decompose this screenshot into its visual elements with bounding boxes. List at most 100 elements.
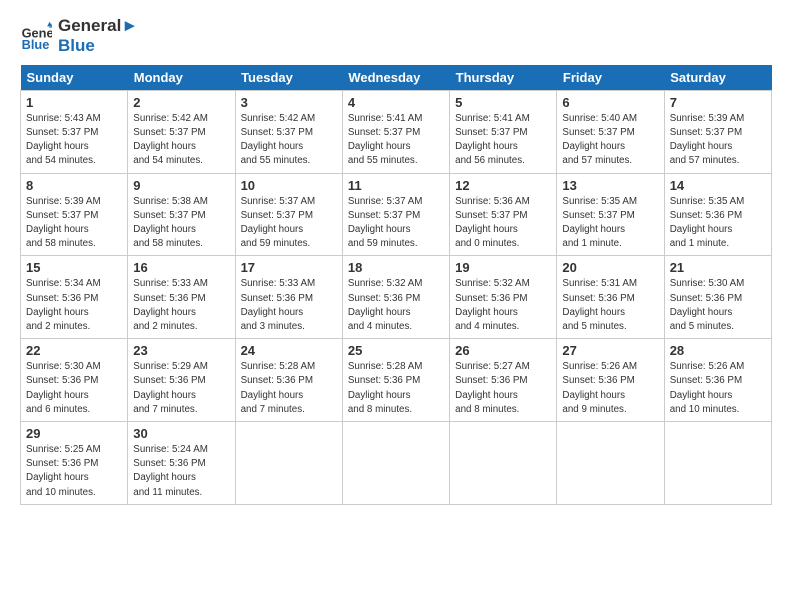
week-row-4: 22Sunrise: 5:30 AMSunset: 5:36 PMDayligh… — [21, 339, 772, 422]
day-header-friday: Friday — [557, 65, 664, 91]
day-cell-14: 14 Sunrise: 5:35 AMSunset: 5:36 PMDayligh… — [664, 173, 771, 256]
day-info: Sunrise: 5:32 AMSunset: 5:36 PMDaylight … — [348, 277, 444, 334]
empty-cell — [450, 422, 557, 505]
day-number: 12 — [455, 178, 551, 193]
day-cell-6: 6Sunrise: 5:40 AMSunset: 5:37 PMDaylight… — [557, 90, 664, 173]
day-number: 8 — [26, 178, 122, 193]
day-info: Sunrise: 5:27 AMSunset: 5:36 PMDaylight … — [455, 360, 551, 417]
day-info: Sunrise: 5:35 AMSunset: 5:37 PMDaylight … — [562, 195, 658, 252]
day-number: 16 — [133, 260, 229, 275]
day-number: 7 — [670, 95, 766, 110]
day-number: 29 — [26, 426, 122, 441]
day-cell-7: 7 Sunrise: 5:39 AMSunset: 5:37 PMDaylight… — [664, 90, 771, 173]
day-cell-21: 21 Sunrise: 5:30 AMSunset: 5:36 PMDayligh… — [664, 256, 771, 339]
day-header-monday: Monday — [128, 65, 235, 91]
empty-cell — [557, 422, 664, 505]
day-info: Sunrise: 5:36 AMSunset: 5:37 PMDaylight … — [455, 195, 551, 252]
week-row-1: 1Sunrise: 5:43 AMSunset: 5:37 PMDaylight… — [21, 90, 772, 173]
day-number: 23 — [133, 343, 229, 358]
day-cell-2: 2Sunrise: 5:42 AMSunset: 5:37 PMDaylight… — [128, 90, 235, 173]
day-header-thursday: Thursday — [450, 65, 557, 91]
day-info: Sunrise: 5:42 AMSunset: 5:37 PMDaylight … — [241, 112, 337, 169]
week-row-5: 29 Sunrise: 5:25 AMSunset: 5:36 PMDayligh… — [21, 422, 772, 505]
day-number: 13 — [562, 178, 658, 193]
day-number: 25 — [348, 343, 444, 358]
day-cell-24: 24 Sunrise: 5:28 AMSunset: 5:36 PMDayligh… — [235, 339, 342, 422]
day-info: Sunrise: 5:29 AMSunset: 5:36 PMDaylight … — [133, 360, 229, 417]
day-cell-1: 1Sunrise: 5:43 AMSunset: 5:37 PMDaylight… — [21, 90, 128, 173]
header: General Blue General► Blue — [20, 16, 772, 57]
day-info: Sunrise: 5:34 AMSunset: 5:36 PMDaylight … — [26, 277, 122, 334]
logo-icon: General Blue — [20, 20, 52, 52]
day-number: 20 — [562, 260, 658, 275]
day-cell-4: 4 Sunrise: 5:41 AMSunset: 5:37 PMDaylight… — [342, 90, 449, 173]
day-cell-29: 29 Sunrise: 5:25 AMSunset: 5:36 PMDayligh… — [21, 422, 128, 505]
day-cell-9: 9 Sunrise: 5:38 AMSunset: 5:37 PMDaylight… — [128, 173, 235, 256]
day-header-saturday: Saturday — [664, 65, 771, 91]
day-info: Sunrise: 5:28 AMSunset: 5:36 PMDaylight … — [348, 360, 444, 417]
day-info: Sunrise: 5:39 AMSunset: 5:37 PMDaylight … — [26, 195, 122, 252]
day-info: Sunrise: 5:40 AMSunset: 5:37 PMDaylight … — [562, 112, 658, 169]
day-info: Sunrise: 5:37 AMSunset: 5:37 PMDaylight … — [241, 195, 337, 252]
week-row-3: 15Sunrise: 5:34 AMSunset: 5:36 PMDayligh… — [21, 256, 772, 339]
day-info: Sunrise: 5:38 AMSunset: 5:37 PMDaylight … — [133, 195, 229, 252]
day-cell-19: 19 Sunrise: 5:32 AMSunset: 5:36 PMDayligh… — [450, 256, 557, 339]
day-cell-27: 27 Sunrise: 5:26 AMSunset: 5:36 PMDayligh… — [557, 339, 664, 422]
day-cell-22: 22Sunrise: 5:30 AMSunset: 5:36 PMDayligh… — [21, 339, 128, 422]
day-number: 10 — [241, 178, 337, 193]
empty-cell — [342, 422, 449, 505]
empty-cell — [664, 422, 771, 505]
day-info: Sunrise: 5:32 AMSunset: 5:36 PMDaylight … — [455, 277, 551, 334]
day-cell-23: 23 Sunrise: 5:29 AMSunset: 5:36 PMDayligh… — [128, 339, 235, 422]
day-cell-12: 12 Sunrise: 5:36 AMSunset: 5:37 PMDayligh… — [450, 173, 557, 256]
day-info: Sunrise: 5:26 AMSunset: 5:36 PMDaylight … — [670, 360, 766, 417]
day-cell-28: 28Sunrise: 5:26 AMSunset: 5:36 PMDayligh… — [664, 339, 771, 422]
day-number: 4 — [348, 95, 444, 110]
day-number: 24 — [241, 343, 337, 358]
day-header-wednesday: Wednesday — [342, 65, 449, 91]
day-number: 9 — [133, 178, 229, 193]
day-cell-3: 3Sunrise: 5:42 AMSunset: 5:37 PMDaylight… — [235, 90, 342, 173]
calendar-table: SundayMondayTuesdayWednesdayThursdayFrid… — [20, 65, 772, 505]
day-info: Sunrise: 5:35 AMSunset: 5:36 PMDaylight … — [670, 195, 766, 252]
day-cell-13: 13 Sunrise: 5:35 AMSunset: 5:37 PMDayligh… — [557, 173, 664, 256]
day-number: 11 — [348, 178, 444, 193]
day-cell-17: 17Sunrise: 5:33 AMSunset: 5:36 PMDayligh… — [235, 256, 342, 339]
day-header-sunday: Sunday — [21, 65, 128, 91]
day-info: Sunrise: 5:25 AMSunset: 5:36 PMDaylight … — [26, 443, 122, 500]
day-info: Sunrise: 5:30 AMSunset: 5:36 PMDaylight … — [670, 277, 766, 334]
day-info: Sunrise: 5:28 AMSunset: 5:36 PMDaylight … — [241, 360, 337, 417]
logo-blue: Blue — [58, 36, 138, 56]
day-info: Sunrise: 5:33 AMSunset: 5:36 PMDaylight … — [133, 277, 229, 334]
day-info: Sunrise: 5:31 AMSunset: 5:36 PMDaylight … — [562, 277, 658, 334]
day-number: 26 — [455, 343, 551, 358]
day-cell-26: 26 Sunrise: 5:27 AMSunset: 5:36 PMDayligh… — [450, 339, 557, 422]
logo: General Blue General► Blue — [20, 16, 138, 57]
day-cell-15: 15Sunrise: 5:34 AMSunset: 5:36 PMDayligh… — [21, 256, 128, 339]
day-cell-25: 25 Sunrise: 5:28 AMSunset: 5:36 PMDayligh… — [342, 339, 449, 422]
day-number: 18 — [348, 260, 444, 275]
day-headers: SundayMondayTuesdayWednesdayThursdayFrid… — [21, 65, 772, 91]
day-number: 19 — [455, 260, 551, 275]
day-info: Sunrise: 5:41 AMSunset: 5:37 PMDaylight … — [455, 112, 551, 169]
day-number: 27 — [562, 343, 658, 358]
day-number: 2 — [133, 95, 229, 110]
svg-text:Blue: Blue — [22, 37, 50, 52]
day-info: Sunrise: 5:26 AMSunset: 5:36 PMDaylight … — [562, 360, 658, 417]
day-info: Sunrise: 5:43 AMSunset: 5:37 PMDaylight … — [26, 112, 122, 169]
day-info: Sunrise: 5:24 AMSunset: 5:36 PMDaylight … — [133, 443, 229, 500]
day-cell-8: 8 Sunrise: 5:39 AMSunset: 5:37 PMDaylight… — [21, 173, 128, 256]
day-header-tuesday: Tuesday — [235, 65, 342, 91]
day-info: Sunrise: 5:37 AMSunset: 5:37 PMDaylight … — [348, 195, 444, 252]
day-cell-10: 10 Sunrise: 5:37 AMSunset: 5:37 PMDayligh… — [235, 173, 342, 256]
empty-cell — [235, 422, 342, 505]
day-number: 21 — [670, 260, 766, 275]
day-cell-16: 16 Sunrise: 5:33 AMSunset: 5:36 PMDayligh… — [128, 256, 235, 339]
day-number: 14 — [670, 178, 766, 193]
day-cell-30: 30Sunrise: 5:24 AMSunset: 5:36 PMDayligh… — [128, 422, 235, 505]
day-number: 22 — [26, 343, 122, 358]
day-info: Sunrise: 5:41 AMSunset: 5:37 PMDaylight … — [348, 112, 444, 169]
day-info: Sunrise: 5:39 AMSunset: 5:37 PMDaylight … — [670, 112, 766, 169]
day-number: 17 — [241, 260, 337, 275]
day-cell-20: 20 Sunrise: 5:31 AMSunset: 5:36 PMDayligh… — [557, 256, 664, 339]
